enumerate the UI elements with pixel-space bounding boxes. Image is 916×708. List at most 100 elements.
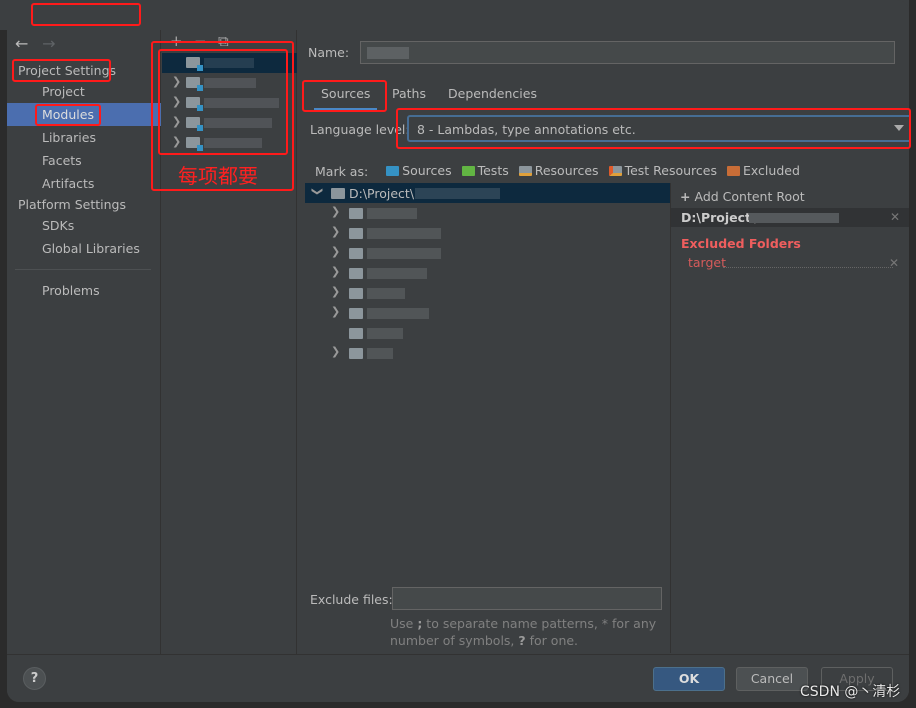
chevron-right-icon[interactable]: ❯ (331, 245, 340, 258)
module-name-input[interactable] (360, 41, 895, 64)
modules-toolbar: + − ⧉ (170, 32, 242, 50)
tab-sources[interactable]: Sources (313, 85, 378, 111)
sidebar-item-libraries[interactable]: Libraries (7, 126, 161, 149)
folder-name-redacted (367, 328, 403, 339)
module-folder-icon (186, 97, 203, 111)
chevron-right-icon[interactable]: ❯ (172, 75, 181, 88)
path-redacted (415, 188, 500, 199)
chevron-right-icon[interactable]: ❯ (172, 135, 181, 148)
language-level-value: 8 - Lambdas, type annotations etc. (417, 122, 636, 137)
module-folder-icon (186, 77, 203, 91)
content-root-row[interactable]: D:\Project\ ✕ (671, 208, 909, 227)
tree-root-row[interactable]: ❯ D:\Project\ (305, 183, 670, 203)
tab-dependencies[interactable]: Dependencies (448, 85, 537, 111)
folder-icon (331, 188, 345, 199)
dialog-footer: ? OK Cancel Apply (7, 654, 909, 702)
folder-icon (349, 228, 363, 239)
module-folder-icon (186, 137, 203, 151)
chevron-right-icon[interactable]: ❯ (331, 205, 340, 218)
mark-test-resources-button[interactable]: Test Resources (608, 163, 717, 178)
modules-panel: + − ⧉ ❯ ❯ ❯ ❯ (162, 30, 297, 654)
plus-icon: + (680, 189, 691, 204)
sidebar-item-modules[interactable]: Modules (7, 103, 161, 126)
annotation-text: 每项都要 (178, 164, 258, 188)
remove-module-icon[interactable]: − (194, 32, 218, 50)
tree-row[interactable]: ❯ (305, 283, 670, 303)
module-item[interactable]: ❯ (162, 133, 297, 153)
sidebar-item-global-libraries[interactable]: Global Libraries (7, 237, 161, 260)
mark-as-bar: Mark as: Sources Tests Resources Test Re… (315, 163, 806, 179)
add-module-icon[interactable]: + (170, 32, 194, 50)
tree-row[interactable]: ❯ (305, 243, 670, 263)
mark-resources-button[interactable]: Resources (518, 163, 599, 178)
excluded-folders-title: Excluded Folders (681, 236, 801, 251)
project-structure-dialog: ← → Project Settings Project Modules Lib… (7, 0, 909, 702)
module-folder-icon (186, 57, 203, 71)
mark-sources-label: Sources (402, 163, 452, 178)
source-folders-tree: ❯ D:\Project\ ❯ ❯ ❯ ❯ ❯ ❯ ❯ (305, 183, 670, 573)
folder-icon (349, 288, 363, 299)
forward-arrow-icon[interactable]: → (42, 34, 64, 53)
tree-root-label: D:\Project\ (349, 186, 415, 201)
tree-row[interactable]: ❯ (305, 343, 670, 363)
mark-test-resources-label: Test Resources (624, 163, 717, 178)
tab-paths[interactable]: Paths (392, 85, 426, 111)
folder-name-redacted (367, 308, 429, 319)
sidebar-item-project[interactable]: Project (7, 80, 161, 103)
chevron-down-icon[interactable]: ❯ (311, 187, 324, 196)
add-content-root-button[interactable]: + Add Content Root (680, 189, 805, 204)
module-name-redacted (367, 47, 409, 59)
mark-excluded-label: Excluded (742, 163, 800, 178)
folder-name-redacted (367, 208, 417, 219)
chevron-right-icon[interactable]: ❯ (331, 285, 340, 298)
tree-row[interactable] (305, 323, 670, 343)
remove-content-root-icon[interactable]: ✕ (890, 210, 900, 224)
module-name-redacted (204, 118, 272, 128)
module-item[interactable]: ❯ (162, 73, 297, 93)
tree-row[interactable]: ❯ (305, 203, 670, 223)
chevron-right-icon[interactable]: ❯ (331, 345, 340, 358)
chevron-right-icon[interactable]: ❯ (172, 115, 181, 128)
sidebar-item-problems[interactable]: Problems (7, 279, 161, 302)
mark-sources-button[interactable]: Sources (386, 163, 452, 178)
excluded-folder-icon (726, 165, 740, 176)
remove-excluded-folder-icon[interactable]: ✕ (889, 256, 899, 270)
watermark: CSDN @丶清杉 (800, 684, 901, 700)
mark-resources-label: Resources (534, 163, 599, 178)
module-item[interactable] (162, 53, 297, 73)
excluded-item-leader (723, 267, 893, 268)
sidebar-header-platform-settings: Platform Settings (18, 197, 126, 212)
tests-folder-icon (461, 165, 475, 176)
exclude-files-input[interactable] (392, 587, 662, 610)
language-level-dropdown[interactable]: 8 - Lambdas, type annotations etc. (407, 115, 909, 142)
copy-module-icon[interactable]: ⧉ (218, 32, 242, 50)
cancel-button[interactable]: Cancel (736, 667, 808, 691)
module-item[interactable]: ❯ (162, 113, 297, 133)
path-redacted (749, 213, 839, 223)
folder-icon (349, 308, 363, 319)
sidebar-item-artifacts[interactable]: Artifacts (7, 172, 161, 195)
help-button[interactable]: ? (23, 667, 46, 690)
back-arrow-icon[interactable]: ← (15, 34, 37, 53)
chevron-right-icon[interactable]: ❯ (172, 95, 181, 108)
mark-as-label: Mark as: (315, 163, 369, 179)
module-name-redacted (204, 58, 254, 68)
chevron-right-icon[interactable]: ❯ (331, 265, 340, 278)
module-item[interactable]: ❯ (162, 93, 297, 113)
folder-name-redacted (367, 228, 441, 239)
ok-button[interactable]: OK (653, 667, 725, 691)
mark-excluded-button[interactable]: Excluded (726, 163, 800, 178)
tree-row[interactable]: ❯ (305, 223, 670, 243)
folder-icon (349, 268, 363, 279)
chevron-right-icon[interactable]: ❯ (331, 225, 340, 238)
sidebar-item-sdks[interactable]: SDKs (7, 214, 161, 237)
sidebar-divider (15, 269, 151, 270)
tree-row[interactable]: ❯ (305, 263, 670, 283)
exclude-files-label: Exclude files: (310, 592, 393, 607)
test-resources-folder-icon (608, 165, 622, 176)
sidebar-item-facets[interactable]: Facets (7, 149, 161, 172)
mark-tests-button[interactable]: Tests (461, 163, 509, 178)
tree-row[interactable]: ❯ (305, 303, 670, 323)
chevron-right-icon[interactable]: ❯ (331, 305, 340, 318)
sources-folder-icon (386, 165, 400, 176)
